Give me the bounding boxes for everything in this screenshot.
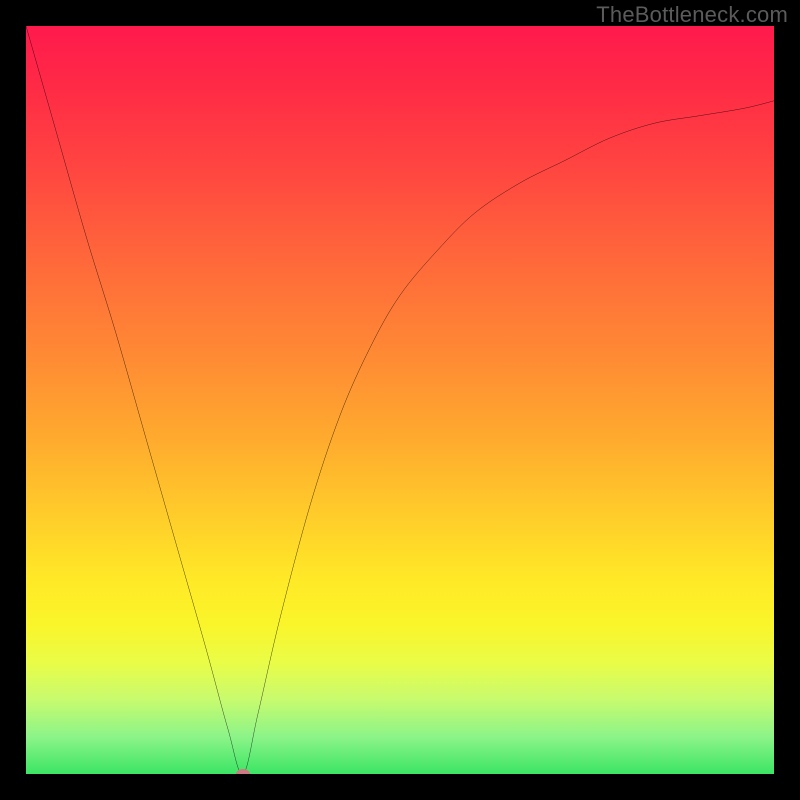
min-marker <box>236 769 250 774</box>
chart-frame: TheBottleneck.com <box>0 0 800 800</box>
curve-path <box>26 26 774 774</box>
mismatch-curve <box>26 26 774 774</box>
watermark-text: TheBottleneck.com <box>596 2 788 28</box>
plot-area <box>26 26 774 774</box>
